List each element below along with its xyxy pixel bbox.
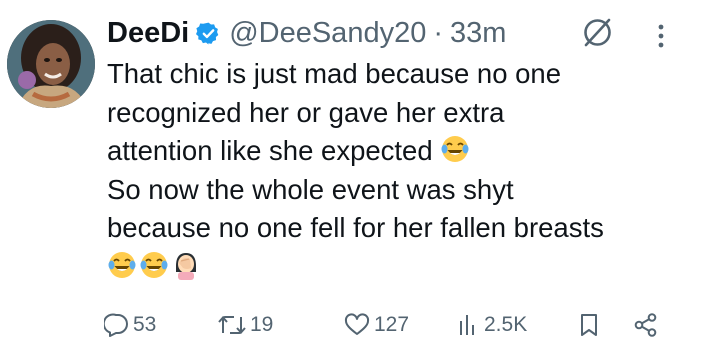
reply-button[interactable]: 53 [104, 312, 156, 338]
tweet-text-line: So now the whole event was shyt [107, 173, 514, 205]
share-icon [634, 313, 657, 337]
user-handle[interactable]: @DeeSandy20 [229, 17, 426, 50]
like-count: 127 [374, 313, 410, 336]
bookmark-icon [581, 314, 597, 336]
repost-icon [218, 315, 246, 335]
face-with-tears-of-joy-icon [107, 250, 137, 280]
like-button[interactable]: 127 [343, 312, 409, 338]
repost-count: 19 [250, 313, 274, 336]
share-button[interactable] [633, 312, 659, 338]
reply-icon [104, 313, 128, 337]
reply-count: 53 [133, 313, 157, 336]
repost-button[interactable]: 19 [217, 312, 273, 338]
separator-dot: · [433, 16, 443, 49]
timestamp[interactable]: 33m [450, 17, 506, 50]
tweet-actions: 53 19 127 2.5K [104, 310, 684, 344]
tweet-text-segment: attention like she expected [107, 135, 433, 166]
verified-badge-icon[interactable] [196, 21, 221, 46]
woman-facepalming-icon [171, 250, 201, 280]
tweet-card: DeeDi @DeeSandy20 · 33m That chic is jus… [0, 0, 701, 346]
avatar[interactable] [7, 20, 95, 108]
tweet-text: That chic is just mad because no one rec… [107, 55, 687, 286]
like-icon [344, 313, 370, 335]
views-button[interactable]: 2.5K [457, 312, 527, 338]
tweet-text-line: recognized her or gave her extra [107, 96, 505, 128]
view-count: 2.5K [484, 313, 528, 336]
face-with-tears-of-joy-icon [440, 134, 470, 164]
tweet-text-line: because no one fell for her fallen breas… [107, 212, 604, 243]
emoji-line [107, 248, 687, 287]
grok-icon[interactable] [581, 16, 614, 49]
face-with-tears-of-joy-icon [139, 250, 169, 280]
display-name[interactable]: DeeDi [107, 17, 189, 50]
more-options-icon[interactable] [650, 22, 672, 50]
tweet-header: DeeDi @DeeSandy20 · 33m [107, 14, 506, 52]
tweet-text-line: That chic is just mad because no one [107, 58, 562, 89]
views-icon [460, 315, 474, 335]
tweet-text-line: attention like she expected [107, 132, 687, 171]
bookmark-button[interactable] [578, 312, 600, 338]
